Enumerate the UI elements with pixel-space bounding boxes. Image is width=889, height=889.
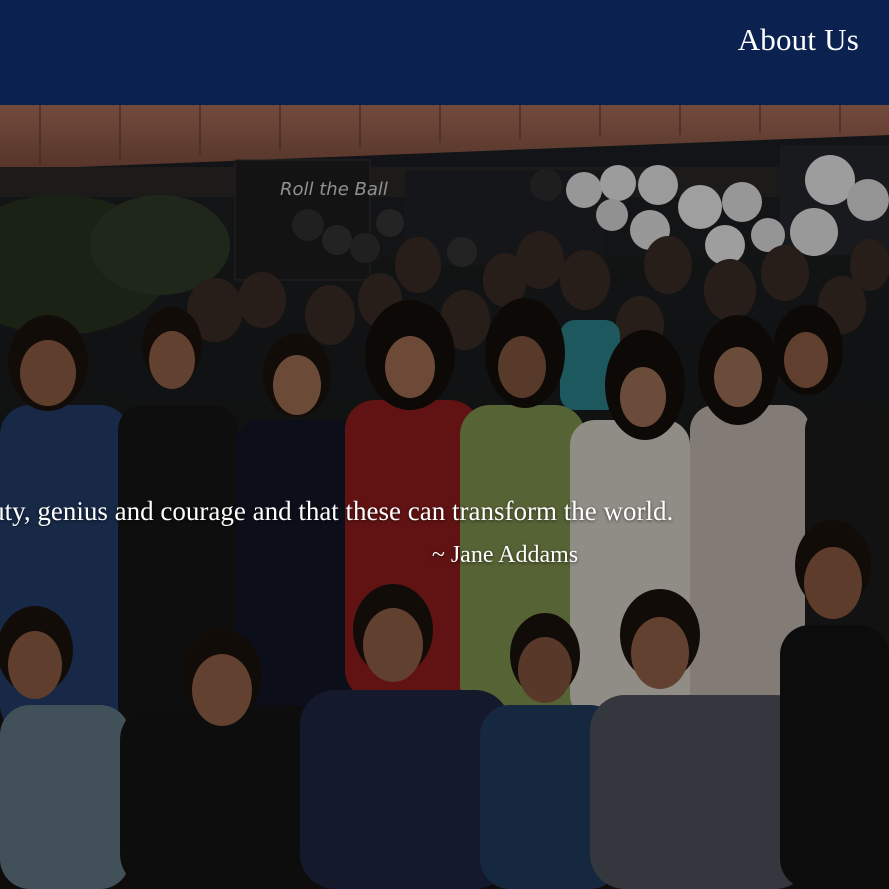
page-title: About Us (737, 22, 859, 57)
quote-text: Founded in a belief in beauty, genius an… (0, 496, 674, 526)
quote-author: ~ Jane Addams (431, 542, 579, 568)
site-header: About Us (0, 0, 889, 105)
hero-banner: Roll the Ball ty, genius and courage and… (0, 105, 889, 889)
